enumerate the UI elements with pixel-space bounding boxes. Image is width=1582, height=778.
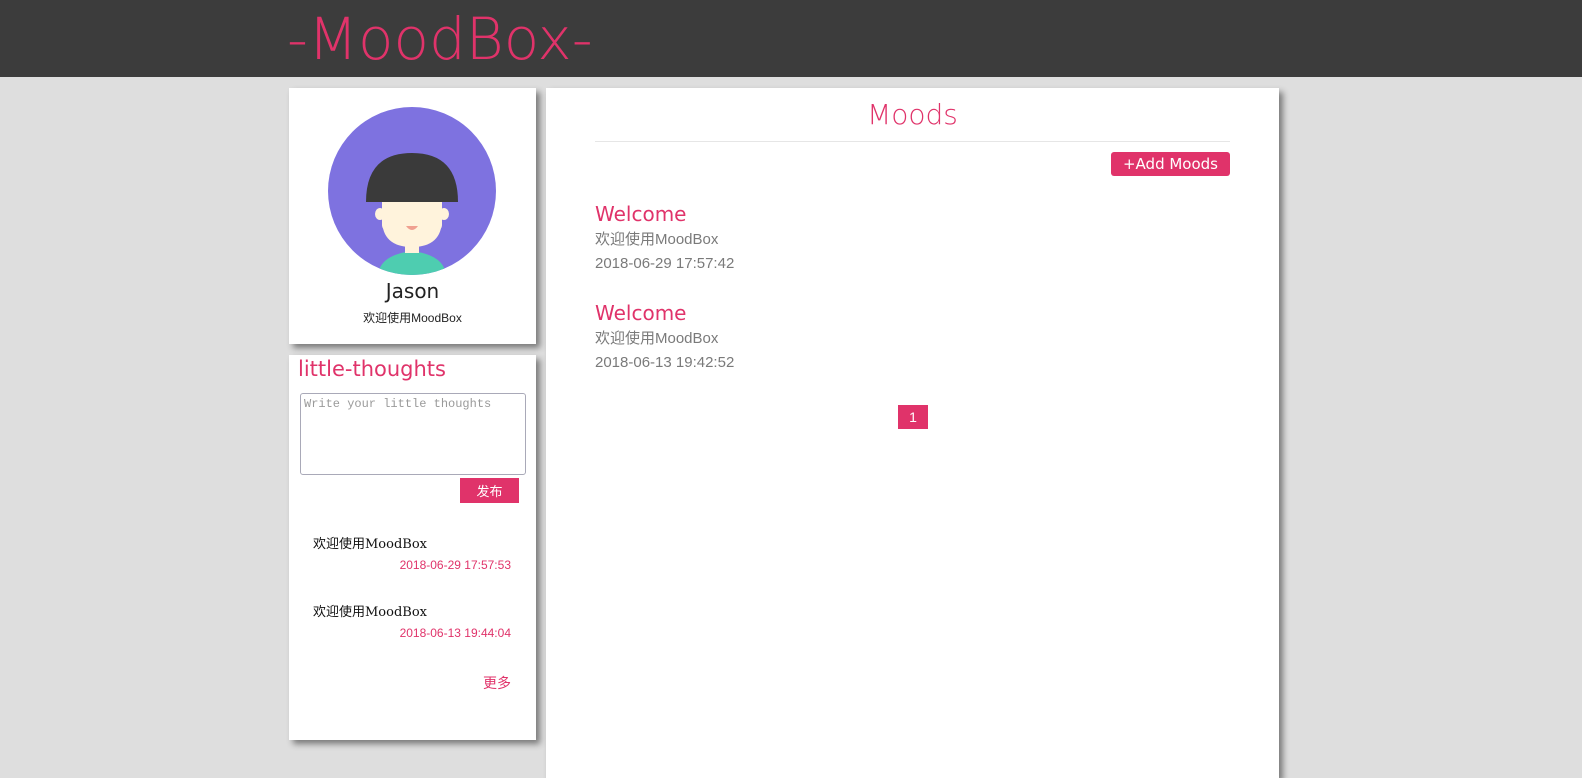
top-bar: -MoodBox-: [0, 0, 1582, 77]
moods-panel: Moods +Add Moods Welcome 欢迎使用MoodBox 201…: [546, 88, 1279, 778]
thought-time: 2018-06-13 19:44:04: [399, 626, 511, 640]
mood-content: 欢迎使用MoodBox: [595, 231, 719, 248]
mood-entry: Welcome 欢迎使用MoodBox 2018-06-13 19:42:52: [595, 301, 1095, 373]
mood-entry: Welcome 欢迎使用MoodBox 2018-06-29 17:57:42: [595, 202, 1095, 274]
user-avatar: [328, 107, 496, 275]
mood-content: 欢迎使用MoodBox: [595, 330, 719, 347]
thought-item: 欢迎使用MoodBox 2018-06-29 17:57:53: [313, 533, 511, 572]
thoughts-card: little-thoughts 发布 欢迎使用MoodBox 2018-06-2…: [289, 355, 536, 740]
mood-time: 2018-06-29 17:57:42: [595, 255, 735, 272]
user-name: Jason: [385, 279, 440, 303]
thoughts-title: little-thoughts: [298, 357, 446, 381]
user-description: 欢迎使用MoodBox: [363, 311, 462, 325]
mood-title-link[interactable]: Welcome: [595, 301, 1095, 325]
title-divider: [595, 141, 1230, 142]
thought-text: 欢迎使用MoodBox: [313, 537, 427, 552]
site-logo[interactable]: -MoodBox-: [287, 4, 593, 74]
pagination-page-1[interactable]: 1: [898, 405, 928, 429]
page-title: Moods: [867, 98, 958, 131]
add-mood-button[interactable]: +Add Moods: [1111, 152, 1230, 176]
thought-item: 欢迎使用MoodBox 2018-06-13 19:44:04: [313, 601, 511, 640]
more-thoughts-link[interactable]: 更多: [483, 673, 511, 693]
profile-card: Jason 欢迎使用MoodBox: [289, 88, 536, 344]
thought-time: 2018-06-29 17:57:53: [399, 558, 511, 572]
mood-time: 2018-06-13 19:42:52: [595, 354, 735, 371]
thoughts-input[interactable]: [300, 393, 526, 475]
thought-text: 欢迎使用MoodBox: [313, 605, 427, 620]
publish-button[interactable]: 发布: [460, 478, 519, 503]
mood-title-link[interactable]: Welcome: [595, 202, 1095, 226]
